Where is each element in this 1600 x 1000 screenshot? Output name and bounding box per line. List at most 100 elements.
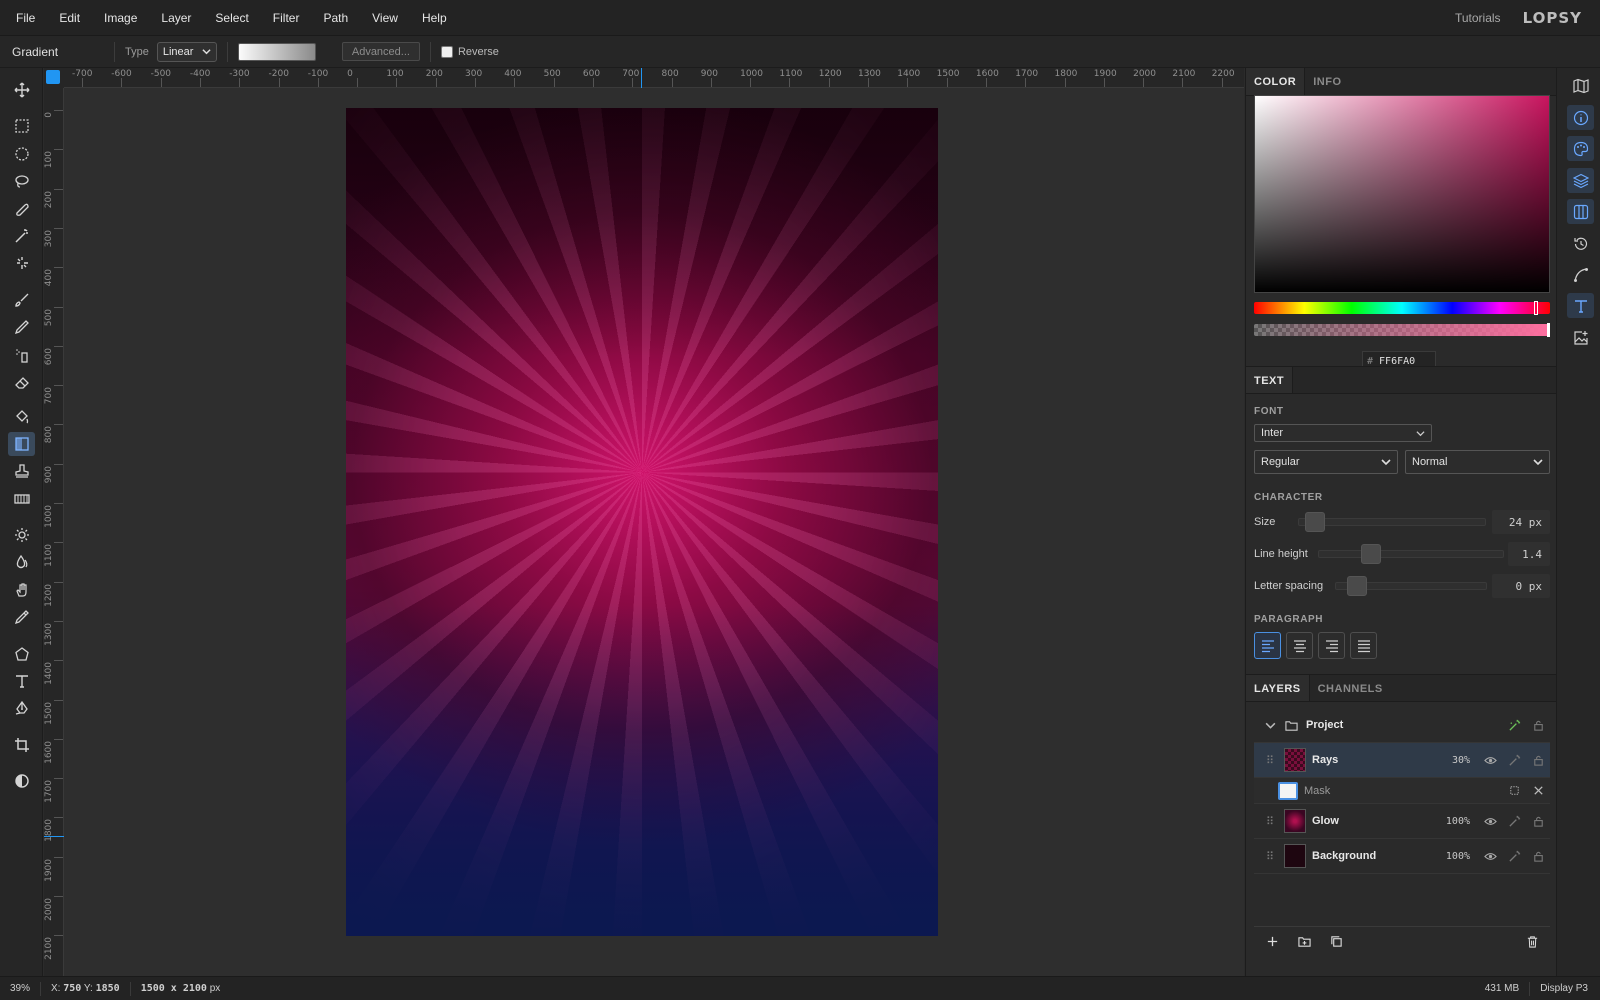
align-center-button[interactable] [1286, 632, 1313, 659]
menu-select[interactable]: Select [203, 0, 260, 36]
color-profile[interactable]: Display P3 [1530, 982, 1600, 996]
horizontal-ruler[interactable]: -700 -600 -500 -400 -300 -200 -100 0 100 200 300 40… [64, 68, 1244, 88]
chevron-down-icon[interactable] [1258, 715, 1282, 735]
stamp-tool[interactable] [8, 459, 35, 483]
lasso-tool[interactable] [8, 169, 35, 193]
font-family-select[interactable]: Inter [1254, 424, 1432, 442]
navigator-panel-button[interactable] [1567, 73, 1594, 98]
align-right-button[interactable] [1318, 632, 1345, 659]
menu-edit[interactable]: Edit [47, 0, 92, 36]
line-height-slider-knob[interactable] [1361, 544, 1381, 564]
effects-icon[interactable] [1502, 811, 1526, 831]
menu-image[interactable]: Image [92, 0, 149, 36]
info-panel-button[interactable] [1567, 105, 1594, 130]
layer-row-mask[interactable]: Mask [1254, 778, 1550, 804]
pattern-tool[interactable] [8, 487, 35, 511]
size-input[interactable]: 24 px [1492, 510, 1550, 534]
eye-icon[interactable] [1478, 846, 1502, 866]
menu-file[interactable]: File [0, 0, 47, 36]
layer-row-glow[interactable]: ⠿ Glow 100% [1254, 804, 1550, 839]
gradient-tool[interactable] [8, 432, 35, 456]
delete-layer-button[interactable] [1520, 932, 1544, 952]
pen-tool[interactable] [8, 696, 35, 720]
text-panel-button[interactable] [1567, 293, 1594, 318]
tab-text[interactable]: TEXT [1246, 367, 1294, 393]
shape-tool[interactable] [8, 642, 35, 666]
zoom-level[interactable]: 39% [0, 981, 42, 996]
duplicate-layer-button[interactable] [1324, 932, 1348, 952]
eye-icon[interactable] [1478, 750, 1502, 770]
effects-icon[interactable] [1502, 715, 1526, 735]
eyedropper-tool[interactable] [8, 605, 35, 629]
effects-icon[interactable] [1502, 846, 1526, 866]
fill-tool[interactable] [8, 405, 35, 429]
line-height-input[interactable]: 1.4 [1508, 542, 1550, 566]
tab-color[interactable]: COLOR [1246, 68, 1306, 95]
layer-opacity[interactable]: 100% [1434, 851, 1470, 862]
lock-icon[interactable] [1526, 750, 1550, 770]
reverse-checkbox[interactable] [440, 45, 453, 58]
alpha-slider[interactable] [1254, 323, 1550, 337]
drag-handle-icon[interactable]: ⠿ [1266, 850, 1280, 863]
pencil-tool[interactable] [8, 315, 35, 339]
close-icon[interactable] [1526, 781, 1550, 801]
color-saturation-field[interactable] [1254, 95, 1550, 293]
lock-icon[interactable] [1526, 715, 1550, 735]
align-left-button[interactable] [1254, 632, 1281, 659]
move-tool[interactable] [8, 78, 35, 102]
menu-help[interactable]: Help [410, 0, 459, 36]
layer-row-background[interactable]: ⠿ Background 100% [1254, 839, 1550, 874]
crop-tool[interactable] [8, 733, 35, 757]
text-tool[interactable] [8, 669, 35, 693]
drag-handle-icon[interactable]: ⠿ [1266, 754, 1280, 767]
align-justify-button[interactable] [1350, 632, 1377, 659]
gradient-preview-swatch[interactable] [237, 42, 316, 61]
letter-spacing-slider-knob[interactable] [1347, 576, 1367, 596]
hue-slider[interactable] [1254, 301, 1550, 315]
tab-channels[interactable]: CHANNELS [1310, 675, 1391, 701]
ruler-corner[interactable] [44, 68, 64, 88]
tutorials-link[interactable]: Tutorials [1455, 11, 1501, 25]
font-case-select[interactable]: Normal [1405, 450, 1550, 474]
blur-tool[interactable] [8, 550, 35, 574]
drag-handle-icon[interactable]: ⠿ [1266, 815, 1280, 828]
dodge-tool[interactable] [8, 523, 35, 547]
layer-group-project[interactable]: Project [1254, 708, 1550, 743]
image-panel-button[interactable] [1567, 325, 1594, 350]
hue-slider-handle[interactable] [1534, 301, 1538, 315]
size-slider-knob[interactable] [1305, 512, 1325, 532]
magnetic-lasso-tool[interactable] [8, 197, 35, 221]
letter-spacing-slider[interactable] [1335, 576, 1487, 596]
gradient-type-select[interactable]: Linear [156, 41, 217, 62]
effects-icon[interactable] [1502, 750, 1526, 770]
lock-icon[interactable] [1526, 811, 1550, 831]
tab-info[interactable]: INFO [1305, 68, 1349, 95]
magic-wand-tool[interactable] [8, 224, 35, 248]
ruler-origin-square[interactable] [46, 70, 60, 84]
brush-tool[interactable] [8, 288, 35, 312]
layer-opacity[interactable]: 100% [1434, 816, 1470, 827]
canvas-area[interactable] [64, 88, 1244, 976]
letter-spacing-input[interactable]: 0 px [1492, 574, 1550, 598]
alpha-slider-handle[interactable] [1547, 323, 1550, 337]
add-group-button[interactable] [1292, 932, 1316, 952]
advanced-button[interactable]: Advanced... [341, 42, 420, 61]
adjust-tool[interactable] [8, 769, 35, 793]
menu-filter[interactable]: Filter [261, 0, 312, 36]
smudge-tool[interactable] [8, 578, 35, 602]
font-style-select[interactable]: Regular [1254, 450, 1398, 474]
lock-icon[interactable] [1526, 846, 1550, 866]
layer-opacity[interactable]: 30% [1434, 755, 1470, 766]
menu-path[interactable]: Path [311, 0, 360, 36]
layer-row-rays[interactable]: ⠿ Rays 30% [1254, 743, 1550, 778]
quick-select-tool[interactable] [8, 251, 35, 275]
line-height-slider[interactable] [1318, 544, 1504, 564]
channels-panel-button[interactable] [1567, 199, 1594, 224]
paths-panel-button[interactable] [1567, 262, 1594, 287]
layers-panel-button[interactable] [1567, 168, 1594, 193]
eraser-tool[interactable] [8, 370, 35, 394]
mask-select-icon[interactable] [1502, 781, 1526, 801]
eye-icon[interactable] [1478, 811, 1502, 831]
menu-view[interactable]: View [360, 0, 410, 36]
ellipse-select-tool[interactable] [8, 142, 35, 166]
